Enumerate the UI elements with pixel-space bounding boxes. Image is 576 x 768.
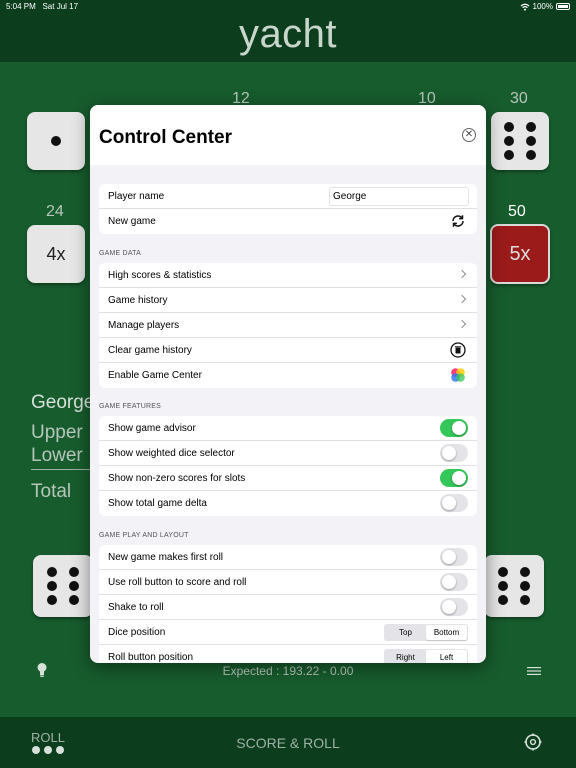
section-game-data: GAME DATA bbox=[99, 250, 141, 257]
game-history-row[interactable]: Game history bbox=[99, 288, 477, 313]
pip bbox=[51, 136, 61, 146]
weighted-dice-label: Show weighted dice selector bbox=[108, 447, 235, 459]
game-center-label: Enable Game Center bbox=[108, 370, 202, 381]
nonzero-scores-label: Show non-zero scores for slots bbox=[108, 472, 246, 484]
game-center-row[interactable]: Enable Game Center bbox=[99, 363, 477, 388]
die-six[interactable] bbox=[491, 112, 549, 170]
weighted-dice-row: Show weighted dice selector bbox=[99, 441, 477, 466]
dice-position-bottom[interactable]: Bottom bbox=[426, 625, 467, 640]
roll-button-score-toggle[interactable] bbox=[440, 573, 468, 591]
roll-die-left[interactable] bbox=[33, 555, 93, 617]
roll-button-score-label: Use roll button to score and roll bbox=[108, 576, 247, 588]
control-center-modal: Control Center ✕ Player name New game GA… bbox=[90, 105, 486, 663]
pips bbox=[47, 567, 79, 605]
advisor-label: Show game advisor bbox=[108, 422, 196, 434]
scoreboard-player: George bbox=[31, 392, 95, 413]
app-title: yacht bbox=[238, 12, 338, 56]
new-game-label: New game bbox=[108, 216, 156, 227]
settings-icon[interactable] bbox=[523, 732, 543, 752]
game-center-icon[interactable] bbox=[450, 367, 466, 383]
player-name-input[interactable] bbox=[329, 187, 469, 206]
new-game-row[interactable]: New game bbox=[99, 209, 477, 234]
weighted-dice-toggle[interactable] bbox=[440, 444, 468, 462]
total-delta-toggle[interactable] bbox=[440, 494, 468, 512]
menu-icon[interactable] bbox=[527, 666, 541, 676]
close-icon[interactable]: ✕ bbox=[462, 128, 476, 142]
clear-history-row: Clear game history bbox=[99, 338, 477, 363]
total-delta-label: Show total game delta bbox=[108, 498, 207, 509]
shake-to-roll-toggle[interactable] bbox=[440, 598, 468, 616]
game-data-group: High scores & statistics Game history Ma… bbox=[99, 263, 477, 388]
shake-to-roll-row: Shake to roll bbox=[99, 595, 477, 620]
roll-button-position-row: Roll button position Right Left bbox=[99, 645, 477, 663]
high-scores-row[interactable]: High scores & statistics bbox=[99, 263, 477, 288]
roll-die-right[interactable] bbox=[484, 555, 544, 617]
expected-score: Expected : 193.22 - 0.00 bbox=[222, 664, 354, 678]
first-roll-row: New game makes first roll bbox=[99, 545, 477, 570]
scoreboard-lower: Lower bbox=[31, 445, 83, 466]
shake-to-roll-label: Shake to roll bbox=[108, 601, 164, 613]
pips bbox=[504, 122, 536, 160]
nonzero-scores-row: Show non-zero scores for slots bbox=[99, 466, 477, 491]
roll-button-position-right[interactable]: Right bbox=[385, 650, 426, 663]
dice-position-control: Top Bottom bbox=[384, 624, 468, 641]
roll-button-position-left[interactable]: Left bbox=[426, 650, 467, 663]
advisor-row: Show game advisor bbox=[99, 416, 477, 441]
battery-icon bbox=[556, 3, 570, 10]
roll-button-position-control: Right Left bbox=[384, 649, 468, 663]
status-right: 100% bbox=[520, 2, 570, 11]
game-features-group: Show game advisor Show weighted dice sel… bbox=[99, 416, 477, 516]
first-roll-label: New game makes first roll bbox=[108, 551, 224, 563]
game-play-group: New game makes first roll Use roll butto… bbox=[99, 545, 477, 663]
scoreboard-divider bbox=[31, 469, 93, 470]
nonzero-scores-toggle[interactable] bbox=[440, 469, 468, 487]
modal-header: Control Center ✕ bbox=[90, 105, 486, 165]
dice-position-top[interactable]: Top bbox=[385, 625, 426, 640]
section-game-features: GAME FEATURES bbox=[99, 403, 161, 410]
score-and-roll-button[interactable]: SCORE & ROLL bbox=[0, 735, 576, 751]
multiplier-label: 5x bbox=[509, 242, 531, 265]
first-roll-toggle[interactable] bbox=[440, 548, 468, 566]
battery-percent: 100% bbox=[532, 2, 553, 11]
score-slot-left: 24 bbox=[46, 203, 64, 220]
wifi-icon bbox=[520, 3, 529, 11]
pips bbox=[498, 567, 530, 605]
score-slot-right: 50 bbox=[508, 203, 526, 220]
manage-players-row[interactable]: Manage players bbox=[99, 313, 477, 338]
clear-history-label: Clear game history bbox=[108, 344, 192, 356]
dice-position-row: Dice position Top Bottom bbox=[99, 620, 477, 645]
score-slot-top-right: 30 bbox=[510, 90, 528, 107]
scoreboard-upper: Upper bbox=[31, 422, 83, 443]
modal-title: Control Center bbox=[99, 127, 232, 148]
player-name-row: Player name bbox=[99, 184, 477, 209]
multiplier-label: 4x bbox=[46, 243, 66, 264]
game-history-label: Game history bbox=[108, 294, 168, 306]
status-time: 5:04 PM Sat Jul 17 bbox=[6, 2, 79, 11]
advisor-toggle[interactable] bbox=[440, 419, 468, 437]
refresh-icon[interactable] bbox=[450, 213, 466, 229]
multiplier-die-left[interactable]: 4x bbox=[27, 225, 85, 283]
player-group: Player name New game bbox=[99, 184, 477, 234]
roll-button-score-row: Use roll button to score and roll bbox=[99, 570, 477, 595]
scoreboard-total: Total bbox=[31, 481, 72, 502]
multiplier-die-right[interactable]: 5x bbox=[490, 224, 550, 284]
total-delta-row: Show total game delta bbox=[99, 491, 477, 516]
trash-icon[interactable] bbox=[450, 342, 466, 358]
high-scores-label: High scores & statistics bbox=[108, 269, 212, 281]
section-game-play: GAME PLAY AND LAYOUT bbox=[99, 532, 189, 539]
manage-players-label: Manage players bbox=[108, 319, 180, 331]
die-one[interactable] bbox=[27, 112, 85, 170]
